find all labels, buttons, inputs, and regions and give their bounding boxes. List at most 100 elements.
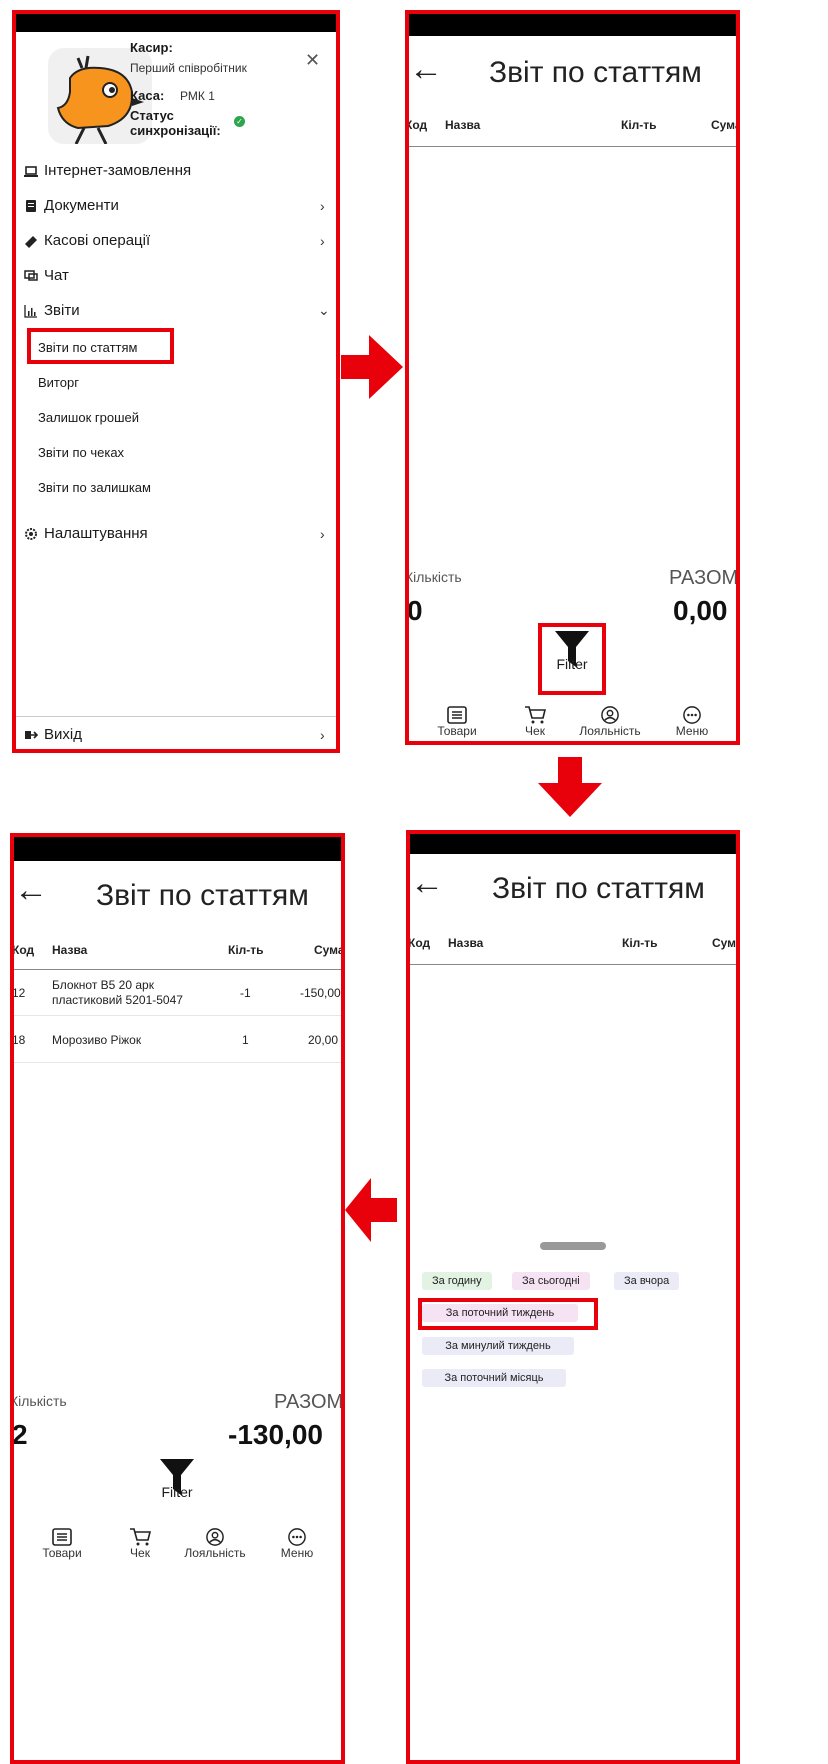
nav-label: Товари (42, 1546, 82, 1560)
bar-chart-icon (24, 304, 37, 318)
sync-label: Статус синхронізації: (130, 108, 221, 138)
chevron-right-icon: › (320, 233, 325, 249)
nav-label: Чек (525, 724, 545, 738)
user-circle-icon (601, 706, 619, 724)
submenu-item-revenue[interactable]: Виторг (38, 375, 79, 390)
menu-item-internet[interactable]: Інтернет-замовлення (24, 162, 191, 179)
status-bar (406, 830, 740, 854)
table-row[interactable]: 12 Блокнот В5 20 арк пластиковий 5201-50… (10, 970, 345, 1016)
menu-screen: Касир: Перший співробітник ✕ Каса: РМК 1… (12, 10, 340, 753)
more-icon (288, 1528, 306, 1546)
menu-item-reports[interactable]: Звіти (24, 302, 80, 319)
nav-label: Лояльність (184, 1546, 246, 1560)
menu-item-label: Вихід (44, 726, 82, 743)
status-bar (10, 833, 345, 861)
row-name: Морозиво Ріжок (52, 1033, 142, 1047)
filter-chip-today[interactable]: За сьогодні (512, 1272, 590, 1290)
nav-label: Товари (437, 724, 477, 738)
filter-button[interactable]: Filter (146, 1453, 208, 1519)
header-divider (405, 146, 740, 147)
highlight-box (27, 328, 174, 364)
report-empty-screen: ← Звіт по статтям Код Назва Кіл-ть Сума … (405, 10, 740, 745)
highlight-box (418, 1298, 598, 1330)
col-qty: Кіл-ть (228, 943, 264, 957)
nav-receipt[interactable]: Чек (100, 1528, 180, 1560)
cashier-label: Касир: (130, 40, 173, 55)
col-name: Назва (445, 118, 481, 132)
chevron-right-icon: › (320, 198, 325, 214)
more-icon (683, 706, 701, 724)
nav-label: Чек (130, 1546, 150, 1560)
filter-chip-yesterday[interactable]: За вчора (614, 1272, 680, 1290)
row-sum: -150,00 (300, 986, 341, 1000)
menu-item-label: Налаштування (44, 525, 148, 542)
submenu-item-receipts-report[interactable]: Звіти по чеках (38, 445, 124, 460)
col-sum: Сума (314, 943, 345, 957)
menu-item-label: Звіти (44, 302, 80, 319)
menu-item-chat[interactable]: Чат (24, 267, 69, 284)
total-label: РАЗОМ (669, 567, 739, 589)
page-title: Звіт по статтям (489, 56, 702, 89)
nav-loyalty[interactable]: Лояльність (175, 1528, 255, 1560)
list-icon (447, 706, 467, 724)
menu-item-settings[interactable]: Налаштування (24, 525, 148, 542)
back-arrow-icon[interactable]: ← (409, 50, 443, 89)
row-name-line2: пластиковий 5201-5047 (52, 993, 183, 1007)
filter-chip-last-week[interactable]: За минулий тиждень (422, 1337, 574, 1355)
filter-chip-current-month[interactable]: За поточний місяць (422, 1369, 566, 1387)
menu-item-label: Касові операції (44, 232, 151, 249)
page-title: Звіт по статтям (96, 879, 309, 912)
quantity-value: 0 (407, 595, 423, 626)
quantity-value: 2 (12, 1419, 28, 1450)
chat-icon (24, 269, 38, 281)
col-qty: Кіл-ть (621, 118, 657, 132)
nav-label: Меню (280, 1546, 314, 1560)
filter-label: Filter (161, 1484, 193, 1500)
nav-label: Лояльність (579, 724, 641, 738)
menu-item-label: Чат (44, 267, 69, 284)
nav-products[interactable]: Товари (22, 1528, 102, 1560)
nav-menu[interactable]: Меню (652, 706, 732, 738)
list-icon (52, 1528, 72, 1546)
menu-item-exit[interactable]: Вихід (24, 726, 82, 743)
laptop-icon (24, 165, 38, 177)
menu-item-cash-ops[interactable]: Касові операції (24, 232, 150, 249)
status-bar (405, 10, 740, 36)
row-code: 12 (12, 986, 26, 1000)
filter-chip-hour[interactable]: За годину (422, 1272, 492, 1290)
submenu-item-stock-report[interactable]: Звіти по залишкам (38, 480, 151, 495)
gear-icon (25, 527, 37, 540)
nav-receipt[interactable]: Чек (495, 706, 575, 738)
row-qty: -1 (240, 986, 251, 1000)
col-sum: Сума (712, 936, 740, 950)
table-row[interactable]: 18 Морозиво Ріжок 1 20,00 (10, 1017, 345, 1063)
nav-menu[interactable]: Меню (257, 1528, 337, 1560)
nav-products[interactable]: Товари (417, 706, 497, 738)
sheet-handle[interactable] (540, 1242, 606, 1250)
document-icon (26, 199, 36, 212)
back-arrow-icon[interactable]: ← (410, 864, 444, 903)
back-arrow-icon[interactable]: ← (14, 871, 48, 910)
sync-ok-icon: ✓ (234, 116, 245, 127)
row-sum: 20,00 (308, 1033, 339, 1047)
col-code: Код (405, 118, 428, 132)
sync-label-line1: Статус (130, 108, 174, 123)
col-name: Назва (52, 943, 88, 957)
cart-icon (130, 1528, 151, 1546)
header-divider (406, 964, 740, 965)
col-sum: Сума (711, 118, 740, 132)
cart-icon (525, 706, 546, 724)
submenu-item-cash-balance[interactable]: Залишок грошей (38, 410, 139, 425)
close-icon[interactable]: ✕ (305, 50, 320, 71)
page-title: Звіт по статтям (492, 872, 705, 905)
sync-label-line2: синхронізації: (130, 123, 221, 138)
arrow-left-icon (345, 1178, 397, 1242)
report-filled-screen: ← Звіт по статтям Код Назва Кіл-ть Сума … (10, 833, 345, 1764)
till-value: РМК 1 (180, 89, 215, 103)
nav-loyalty[interactable]: Лояльність (570, 706, 650, 738)
status-bar (12, 10, 340, 32)
till-label: Каса: (130, 88, 165, 103)
menu-item-documents[interactable]: Документи (24, 197, 119, 214)
total-value: 0,00 (673, 595, 728, 626)
highlight-box (538, 623, 606, 695)
